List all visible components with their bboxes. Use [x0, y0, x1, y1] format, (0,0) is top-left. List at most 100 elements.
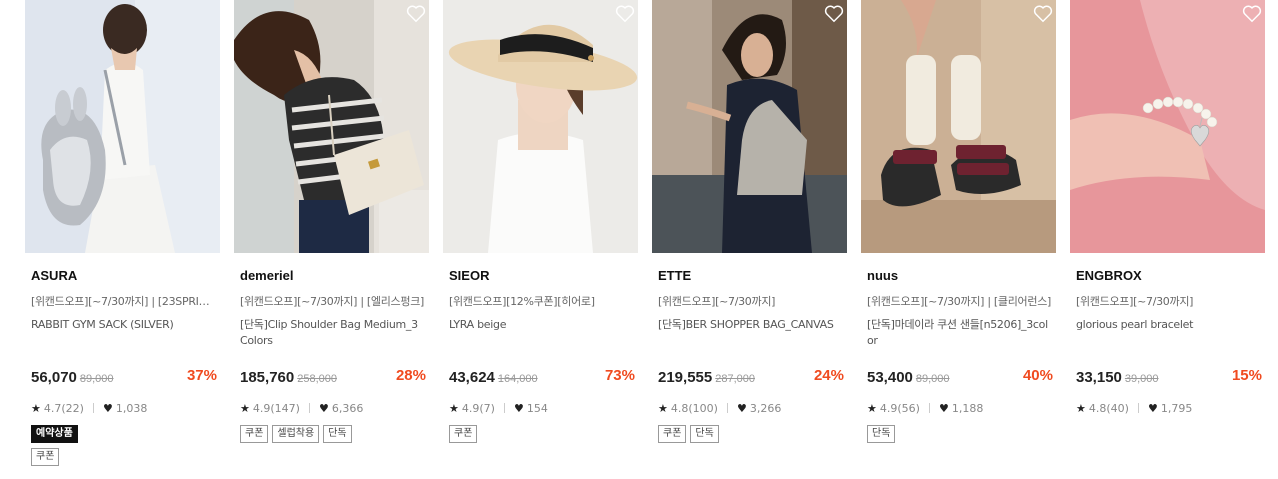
- brand-name[interactable]: ASURA: [31, 267, 217, 285]
- sale-price: 219,555: [658, 369, 713, 386]
- like-count: 1,795: [1160, 401, 1193, 415]
- brand-name[interactable]: demeriel: [240, 267, 426, 285]
- rating-text: 4.7(22): [43, 401, 84, 415]
- promo-text: [위캔드오프][12%쿠폰][히어로]: [449, 295, 595, 308]
- wishlist-button[interactable]: [1032, 2, 1054, 24]
- product-image[interactable]: [443, 0, 638, 253]
- wishlist-button[interactable]: [405, 2, 427, 24]
- badge-list: 예약상품: [31, 425, 78, 443]
- heart-outline-icon: [615, 5, 635, 23]
- divider: [503, 403, 505, 413]
- like-count: 6,366: [331, 401, 364, 415]
- like-count: 1,038: [115, 401, 148, 415]
- tag-exclusive: 단독: [690, 425, 719, 443]
- heart-filled-icon: ♥: [513, 401, 524, 415]
- original-price: 89,000: [915, 373, 950, 385]
- rating-text: 4.8(100): [670, 401, 718, 415]
- product-image[interactable]: [861, 0, 1056, 253]
- like-count: 3,266: [749, 401, 782, 415]
- star-icon: ★: [658, 401, 668, 415]
- heart-outline-icon: [1242, 5, 1262, 23]
- original-price: 89,000: [79, 373, 114, 385]
- product-image[interactable]: [1070, 0, 1265, 253]
- review-meta: ★ 4.9(7) ♥ 154: [449, 400, 548, 416]
- price-row: 33,150 39,000 15%: [1076, 367, 1262, 387]
- product-image[interactable]: [25, 0, 220, 253]
- wishlist-button[interactable]: [614, 2, 636, 24]
- heart-filled-icon: ♥: [102, 401, 113, 415]
- rating-text: 4.8(40): [1088, 401, 1129, 415]
- original-price: 164,000: [497, 373, 538, 385]
- product-image[interactable]: [234, 0, 429, 253]
- brand-name[interactable]: SIEOR: [449, 267, 635, 285]
- discount-rate: 28%: [395, 367, 426, 384]
- review-meta: ★ 4.8(40) ♥ 1,795: [1076, 400, 1192, 416]
- brand-name[interactable]: ENGBROX: [1076, 267, 1262, 285]
- brand-name[interactable]: nuus: [867, 267, 1053, 285]
- price-row: 219,555 287,000 24%: [658, 367, 844, 387]
- rating-text: 4.9(56): [879, 401, 920, 415]
- product-card[interactable]: ASURA [위캔드오프][~7/30까지] | [23SPRING] RABB…: [25, 0, 220, 479]
- promo-text: [위캔드오프][~7/30까지]: [658, 295, 776, 308]
- divider: [726, 403, 728, 413]
- product-name[interactable]: LYRA beige: [449, 317, 635, 351]
- tag-coupon: 쿠폰: [449, 425, 478, 443]
- star-icon: ★: [867, 401, 877, 415]
- promo-text: [위캔드오프][~7/30까지] | [클리어런스]: [867, 295, 1052, 308]
- product-name[interactable]: [단독]Clip Shoulder Bag Medium_3 Colors: [240, 317, 426, 351]
- review-meta: ★ 4.9(147) ♥ 6,366: [240, 400, 363, 416]
- brand-name[interactable]: ETTE: [658, 267, 844, 285]
- discount-rate: 40%: [1022, 367, 1053, 384]
- tag-coupon: 쿠폰: [240, 425, 269, 443]
- tag-coupon: 쿠폰: [658, 425, 687, 443]
- tag-exclusive: 단독: [867, 425, 896, 443]
- tag-list: 단독: [867, 425, 896, 443]
- wishlist-button[interactable]: [1241, 2, 1263, 24]
- heart-outline-icon: [406, 5, 426, 23]
- product-name[interactable]: [단독]BER SHOPPER BAG_CANVAS: [658, 317, 844, 351]
- product-card[interactable]: ETTE [위캔드오프][~7/30까지] [단독]BER SHOPPER BA…: [652, 0, 847, 479]
- product-card[interactable]: nuus [위캔드오프][~7/30까지] | [클리어런스] [단독]마데이라…: [861, 0, 1056, 479]
- promo-text: [위캔드오프][~7/30까지] | [23SPRING]: [31, 295, 217, 308]
- product-card[interactable]: SIEOR [위캔드오프][12%쿠폰][히어로] LYRA beige 43,…: [443, 0, 638, 479]
- rating-text: 4.9(7): [461, 401, 495, 415]
- sale-price: 185,760: [240, 369, 295, 386]
- like-count: 154: [526, 401, 548, 415]
- tag-list: 쿠폰 셀럽착용 단독: [240, 425, 352, 443]
- divider: [1137, 403, 1139, 413]
- sale-price: 56,070: [31, 369, 77, 386]
- product-name[interactable]: [단독]마데이라 쿠션 샌들[n5206]_3color: [867, 317, 1053, 351]
- heart-filled-icon: ♥: [1147, 401, 1158, 415]
- original-price: 258,000: [297, 373, 337, 385]
- heart-outline-icon: [1033, 5, 1053, 23]
- tag-list: 쿠폰: [449, 425, 478, 443]
- divider: [928, 403, 930, 413]
- heart-outline-icon: [824, 5, 844, 23]
- product-name[interactable]: RABBIT GYM SACK (SILVER): [31, 317, 217, 351]
- discount-rate: 24%: [813, 367, 844, 384]
- heart-filled-icon: ♥: [318, 401, 329, 415]
- wishlist-button[interactable]: [823, 2, 845, 24]
- review-meta: ★ 4.8(100) ♥ 3,266: [658, 400, 781, 416]
- product-card[interactable]: ENGBROX [위캔드오프][~7/30까지] glorious pearl …: [1070, 0, 1265, 479]
- heart-filled-icon: ♥: [736, 401, 747, 415]
- like-count: 1,188: [951, 401, 984, 415]
- star-icon: ★: [31, 401, 41, 415]
- preorder-badge: 예약상품: [31, 425, 78, 443]
- price-row: 56,070 89,000 37%: [31, 367, 217, 387]
- discount-rate: 37%: [186, 367, 217, 384]
- rating-text: 4.9(147): [252, 401, 300, 415]
- product-card[interactable]: demeriel [위캔드오프][~7/30까지] | [엘리스펑크] [단독]…: [234, 0, 429, 479]
- original-price: 287,000: [715, 373, 755, 385]
- product-image[interactable]: [652, 0, 847, 253]
- discount-rate: 15%: [1231, 367, 1262, 384]
- product-name[interactable]: glorious pearl bracelet: [1076, 317, 1262, 351]
- tag-list: 쿠폰: [31, 448, 60, 466]
- review-meta: ★ 4.7(22) ♥ 1,038: [31, 400, 147, 416]
- sale-price: 43,624: [449, 369, 495, 386]
- review-meta: ★ 4.9(56) ♥ 1,188: [867, 400, 983, 416]
- original-price: 39,000: [1124, 373, 1159, 385]
- price-row: 185,760 258,000 28%: [240, 367, 426, 387]
- discount-rate: 73%: [604, 367, 635, 384]
- divider: [92, 403, 94, 413]
